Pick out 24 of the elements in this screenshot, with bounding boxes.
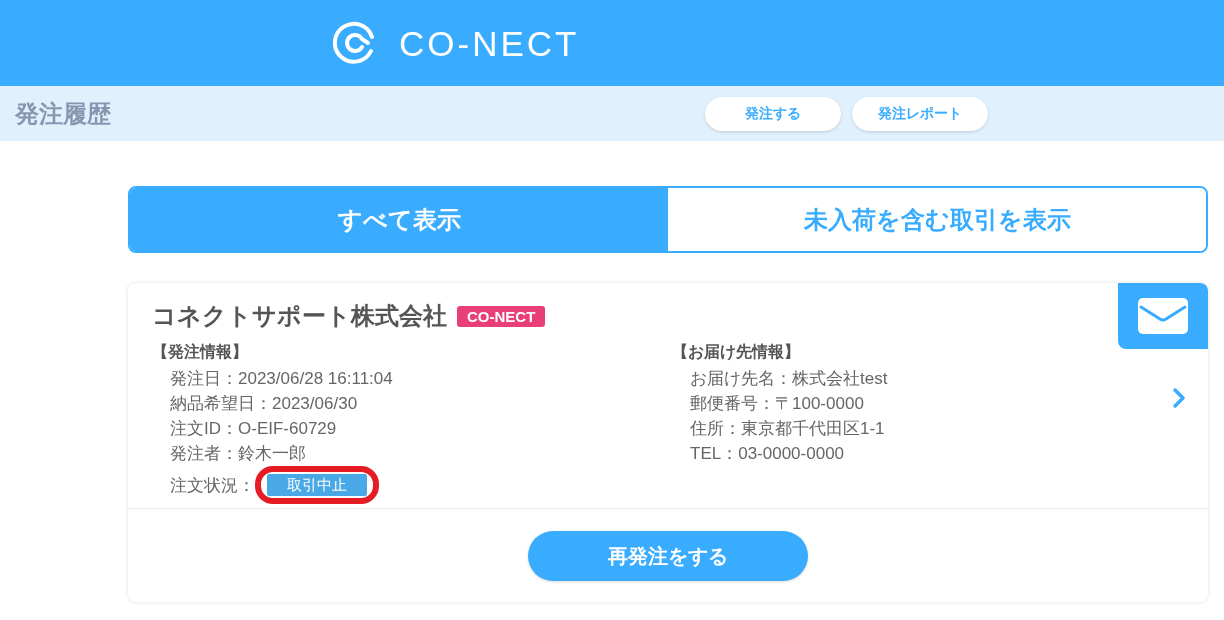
company-tag: CO-NECT bbox=[457, 305, 546, 327]
status-label: 注文状況： bbox=[170, 474, 255, 497]
mail-button[interactable] bbox=[1118, 283, 1208, 349]
info-line: TEL：03-0000-0000 bbox=[690, 443, 845, 465]
company-name: コネクトサポート株式会社 bbox=[152, 301, 447, 331]
info-line: 郵便番号：〒100-0000 bbox=[690, 393, 864, 415]
logo-text: CO-NECT bbox=[399, 25, 580, 61]
section-heading: 【発注情報】 bbox=[152, 342, 248, 362]
header-button[interactable]: 発注する bbox=[705, 96, 841, 131]
info-line: 発注者：鈴木一郎 bbox=[170, 443, 306, 465]
info-line: 納品希望日：2023/06/30 bbox=[170, 393, 358, 415]
filter-tab[interactable]: すべて表示 bbox=[130, 188, 668, 251]
chevron-right-icon[interactable] bbox=[1172, 387, 1186, 409]
header-button[interactable]: 発注レポート bbox=[852, 96, 988, 131]
envelope-icon bbox=[1138, 298, 1188, 334]
info-line: 発注日：2023/06/28 16:11:04 bbox=[170, 368, 393, 390]
status-badge: 取引中止 bbox=[267, 474, 367, 496]
section-heading: 【お届け先情報】 bbox=[672, 342, 800, 362]
logo-icon bbox=[333, 21, 377, 65]
info-line: 注文ID：O-EIF-60729 bbox=[170, 418, 337, 440]
page-title: 発注履歴 bbox=[15, 98, 111, 129]
reorder-button[interactable]: 再発注をする bbox=[528, 531, 808, 581]
info-line: 住所：東京都千代田区1-1 bbox=[690, 418, 885, 440]
info-line: お届け先名：株式会社test bbox=[690, 368, 888, 390]
